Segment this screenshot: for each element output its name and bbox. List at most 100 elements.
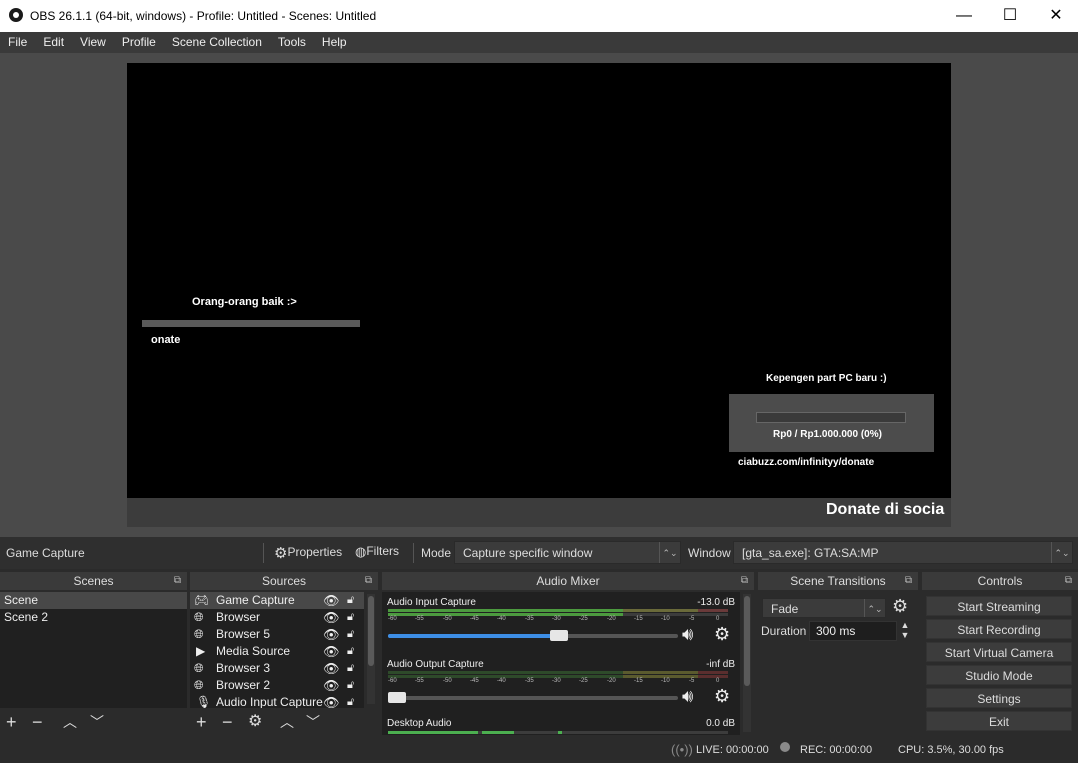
eye-icon[interactable]: 👁︎ [323,677,340,694]
channel-name: Desktop Audio [387,718,452,729]
volume-slider-handle[interactable] [550,630,568,641]
source-label: Audio Input Capture [216,695,323,708]
source-item[interactable]: 🌐︎ Browser 5 👁︎ 🔓︎ [190,626,364,643]
microphone-icon: 🎙︎ [196,695,212,708]
source-item[interactable]: 🌐︎ Browser 2 👁︎ 🔓︎ [190,677,364,694]
eye-icon[interactable]: 👁︎ [323,592,340,609]
lock-icon[interactable]: 🔓︎ [347,694,354,708]
float-dock-icon[interactable]: ⧉ [174,572,181,590]
mixer-scrollbar[interactable] [743,594,751,732]
transition-select[interactable]: Fade ⌃⌄ [762,598,886,618]
add-scene-button[interactable]: + [6,712,17,732]
float-dock-icon[interactable]: ⧉ [741,572,748,590]
lock-icon[interactable]: 🔓︎ [347,592,354,609]
scrollbar-thumb[interactable] [368,596,374,666]
remove-source-button[interactable]: − [222,712,233,732]
sources-dock-header: Sources ⧉ [190,572,378,590]
meter-scale-tick: -40 [497,678,506,684]
volume-slider[interactable] [388,630,678,641]
eye-icon[interactable]: 👁︎ [323,609,340,626]
volume-slider-handle[interactable] [388,692,406,703]
overlay-progress-bar [756,412,906,423]
menu-view[interactable]: View [72,32,114,53]
meter-scale-tick: -60 [388,678,397,684]
menu-profile[interactable]: Profile [114,32,164,53]
source-item[interactable]: 🎮︎ Game Capture 👁︎ 🔓︎ [190,592,364,609]
record-dot-icon [780,742,790,752]
float-dock-icon[interactable]: ⧉ [1065,572,1072,590]
menu-help[interactable]: Help [314,32,355,53]
eye-icon[interactable]: 👁︎ [323,694,340,708]
lock-icon[interactable]: 🔓︎ [347,626,354,643]
speaker-icon[interactable]: 🔊︎ [682,624,693,645]
eye-icon[interactable]: 👁︎ [323,660,340,677]
start-recording-button[interactable]: Start Recording [926,619,1072,639]
scene-item[interactable]: Scene 2 [0,609,187,626]
settings-button[interactable]: Settings [926,688,1072,708]
filters-icon: ◍ [355,544,367,559]
duration-spinner[interactable]: ▲ ▼ [898,620,912,642]
start-virtual-camera-button[interactable]: Start Virtual Camera [926,642,1072,662]
channel-name: Audio Input Capture [387,597,476,608]
float-dock-icon[interactable]: ⧉ [905,572,912,590]
sources-title: Sources [261,574,307,588]
add-source-button[interactable]: + [196,712,207,732]
menu-edit[interactable]: Edit [35,32,72,53]
channel-name: Audio Output Capture [387,659,484,670]
menu-file[interactable]: File [0,32,35,53]
move-down-icon[interactable]: ﹀ [90,712,104,732]
sources-scrollbar[interactable] [367,594,375,704]
gear-icon[interactable]: ⚙ [714,686,730,707]
start-streaming-button[interactable]: Start Streaming [926,596,1072,616]
preview-canvas[interactable]: Orang-orang baik :> onate Kepengen part … [127,63,951,498]
lock-icon[interactable]: 🔓︎ [347,677,354,694]
lock-icon[interactable]: 🔓︎ [347,660,354,677]
float-dock-icon[interactable]: ⧉ [365,572,372,590]
scrollbar-thumb[interactable] [744,596,750,686]
filters-button[interactable]: ◍Filters [355,544,399,560]
rec-timer: REC: 00:00:00 [800,744,873,756]
chevron-down-icon[interactable]: ▼ [898,630,912,640]
maximize-button[interactable]: ☐ [987,0,1033,32]
controls-dock: Controls ⧉ Start Streaming Start Recordi… [922,572,1078,735]
minimize-button[interactable]: — [941,0,987,32]
duration-input[interactable]: 300 ms [809,621,897,641]
volume-slider[interactable] [388,692,678,703]
source-item[interactable]: 🌐︎ Browser 👁︎ 🔓︎ [190,609,364,626]
speaker-icon[interactable]: 🔊︎ [682,686,693,707]
overlay-left-sub: onate [151,334,181,346]
studio-mode-button[interactable]: Studio Mode [926,665,1072,685]
scene-item[interactable]: Scene [0,592,187,609]
move-up-icon[interactable]: ︿ [63,712,77,732]
eye-icon[interactable]: 👁︎ [323,643,340,660]
live-signal-icon: ((•)) [671,742,693,757]
gear-icon[interactable]: ⚙ [714,624,730,645]
duration-value: 300 ms [816,624,856,638]
gear-icon[interactable]: ⚙ [248,712,262,732]
meter-scale-tick: -5 [689,678,695,684]
menu-scene-collection[interactable]: Scene Collection [164,32,270,53]
meter-scale-tick: -15 [634,678,643,684]
lock-icon[interactable]: 🔓︎ [347,609,354,626]
lock-icon[interactable]: 🔓︎ [347,643,354,660]
source-label: Browser [216,610,261,624]
properties-button[interactable]: ⚙Properties [274,544,342,562]
source-item[interactable]: 🌐︎ Browser 3 👁︎ 🔓︎ [190,660,364,677]
remove-scene-button[interactable]: − [32,712,43,732]
move-down-icon[interactable]: ﹀ [306,712,320,732]
menu-tools[interactable]: Tools [270,32,314,53]
source-item[interactable]: ▶ Media Source 👁︎ 🔓︎ [190,643,364,660]
source-item[interactable]: 🎙︎ Audio Input Capture 👁︎ 🔓︎ [190,694,364,708]
properties-label: Properties [287,545,343,559]
mode-select[interactable]: Capture specific window ⌃⌄ [454,541,681,564]
audio-mixer-header: Audio Mixer ⧉ [382,572,754,590]
gear-icon[interactable]: ⚙ [892,596,908,617]
window-select[interactable]: [gta_sa.exe]: GTA:SA:MP ⌃⌄ [733,541,1073,564]
channel-level: -inf dB [706,659,735,670]
chevron-up-icon[interactable]: ▲ [898,620,912,630]
exit-button[interactable]: Exit [926,711,1072,731]
globe-icon: 🌐︎ [194,661,204,675]
move-up-icon[interactable]: ︿ [280,712,294,732]
eye-icon[interactable]: 👁︎ [323,626,340,643]
close-button[interactable]: ✕ [1033,0,1078,32]
